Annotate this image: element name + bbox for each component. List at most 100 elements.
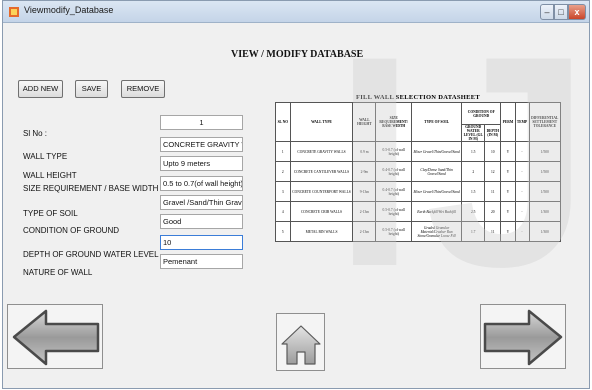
- soil-type-field[interactable]: Gravel /Sand/Thin Gravel: [160, 195, 243, 210]
- datasheet-title: FILL WALL SELECTION DATASHEET: [355, 94, 481, 101]
- cell-size: 0.5-0.7 (of wall height): [375, 201, 412, 222]
- right-arrow-icon: [483, 309, 563, 366]
- cell-height: 2-9m: [352, 161, 377, 182]
- app-icon: [9, 7, 19, 17]
- col-wall-type: WALL TYPE: [289, 102, 354, 142]
- cell-soil: Earth Backfill/Wet Backfill: [410, 201, 463, 222]
- table-row: 4 CONCRETE CRIB WALLS 2-13m 0.5-0.7 (of …: [275, 201, 562, 222]
- water-depth-label: DEPTH OF GROUND WATER LEVEL: [23, 250, 159, 259]
- cell-perm: Y: [500, 201, 516, 222]
- app-window: Viewmodify_Database – □ x VIEW / MODIFY …: [2, 0, 592, 389]
- table-row: 2 CONCRETE CANTILEVER WALLS 2-9m 0.4-0.7…: [275, 161, 562, 182]
- cell-wall-type: CONCRETE GRAVITY WALLS: [289, 141, 354, 162]
- soil-type-label: TYPE OF SOIL: [23, 209, 78, 218]
- cell-height: 9-13m: [352, 181, 377, 202]
- cell-depth: 10: [484, 141, 502, 162]
- cell-depth: 12: [484, 161, 502, 182]
- cell-sl: 2: [275, 161, 291, 182]
- cell-perm: Y: [500, 221, 516, 242]
- cell-temp: -: [514, 141, 530, 162]
- cell-sl: 3: [275, 181, 291, 202]
- cell-depth: 11: [484, 221, 502, 242]
- cell-perm: Y: [500, 141, 516, 162]
- home-icon: [281, 325, 321, 365]
- wall-type-label: WALL TYPE: [23, 152, 68, 161]
- wall-height-field[interactable]: Upto 9 meters: [160, 156, 243, 171]
- cell-tolerance: 1/500: [528, 161, 562, 182]
- wall-type-field[interactable]: CONCRETE GRAVITY WALL: [160, 137, 243, 152]
- nature-of-wall-field[interactable]: Pemenant: [160, 254, 243, 269]
- cell-temp: -: [514, 181, 530, 202]
- size-requirement-label: SIZE REQUIREMENT / BASE WIDTH: [23, 184, 159, 193]
- cell-wall-type: METAL BIN WALLS: [289, 221, 354, 242]
- cell-depth: 11: [484, 181, 502, 202]
- previous-button[interactable]: [7, 304, 103, 369]
- cell-tolerance: 1/500: [528, 141, 562, 162]
- cell-height: 0.9 m: [352, 141, 377, 162]
- cell-depth: 20: [484, 201, 502, 222]
- cell-ground-water: 2.5: [461, 201, 486, 222]
- next-button[interactable]: [480, 304, 566, 369]
- cell-size: 0.5-0.7 (of wall height): [375, 221, 412, 242]
- cell-tolerance: 1/300: [528, 201, 562, 222]
- cell-ground-water: 1.7: [461, 221, 486, 242]
- col-size-requirement: SIZE REQUIREMENT/ BASE WIDTH: [375, 102, 412, 142]
- close-button[interactable]: x: [568, 4, 586, 20]
- col-sl-no: SL NO: [275, 102, 291, 142]
- left-arrow-icon: [12, 309, 100, 366]
- cell-tolerance: 1/300: [528, 221, 562, 242]
- cell-sl: 4: [275, 201, 291, 222]
- cell-height: 2-13m: [352, 201, 377, 222]
- cell-size: 0.4-0.7 (of wall height): [375, 161, 412, 182]
- table-row: 5 METAL BIN WALLS 2-13m 0.5-0.7 (of wall…: [275, 221, 562, 242]
- col-wall-height: WALL HEIGHT: [352, 102, 377, 142]
- cell-sl: 1: [275, 141, 291, 162]
- ground-condition-field[interactable]: Good: [160, 214, 243, 229]
- cell-wall-type: CONCRETE COUNTERFORT WALLS: [289, 181, 354, 202]
- cell-perm: Y: [500, 161, 516, 182]
- cell-ground-water: 2: [461, 161, 486, 182]
- datasheet-header-row: SL NO WALL TYPE WALL HEIGHT SIZE REQUIRE…: [275, 102, 562, 142]
- cell-soil: Mixer Gravel/Thin/Gravel/Sand: [410, 141, 463, 162]
- minimize-button[interactable]: –: [540, 4, 554, 20]
- cell-size: 0.4-0.7 (of wall height): [375, 181, 412, 202]
- page-title: VIEW / MODIFY DATABASE: [231, 49, 364, 60]
- table-row: 1 CONCRETE GRAVITY WALLS 0.9 m 0.5-0.7 (…: [275, 141, 562, 162]
- cell-wall-type: CONCRETE CANTILEVER WALLS: [289, 161, 354, 182]
- add-new-button[interactable]: ADD NEW: [18, 80, 63, 98]
- sl-no-label: Sl No :: [23, 129, 48, 138]
- home-button[interactable]: [276, 313, 325, 371]
- col-ground-condition: CONDITION OF GROUND: [461, 102, 502, 125]
- cell-ground-water: 1.5: [461, 141, 486, 162]
- col-depth: DEPTH (IN M): [484, 124, 502, 142]
- cell-wall-type: CONCRETE CRIB WALLS: [289, 201, 354, 222]
- cell-tolerance: 1/500: [528, 181, 562, 202]
- window-title: Viewmodify_Database: [24, 5, 114, 15]
- nature-of-wall-label: NATURE OF WALL: [23, 268, 93, 277]
- cell-temp: -: [514, 201, 530, 222]
- cell-ground-water: 1.5: [461, 181, 486, 202]
- title-bar: Viewmodify_Database – □ x: [3, 1, 589, 23]
- col-settlement-tolerance: DIFFERENTIAL SETTLEMENT TOLERANCE: [528, 102, 562, 142]
- cell-soil: Mixer Gravel/Thin/Gravel/Sand: [410, 181, 463, 202]
- cell-soil: Clay/Dense Sand/Thin Gravel/Sand: [410, 161, 463, 182]
- maximize-button[interactable]: □: [554, 4, 568, 20]
- col-perm: PERM: [500, 102, 516, 142]
- col-soil-type: TYPE OF SOIL: [410, 102, 463, 142]
- cell-height: 2-13m: [352, 221, 377, 242]
- ground-condition-label: CONDITION OF GROUND: [23, 226, 119, 235]
- cell-temp: -: [514, 161, 530, 182]
- save-button[interactable]: SAVE: [75, 80, 108, 98]
- cell-soil: Graded Granular Material/Crusher Run Sto…: [410, 221, 463, 242]
- sl-no-field[interactable]: 1: [160, 115, 243, 130]
- cell-sl: 5: [275, 221, 291, 242]
- remove-button[interactable]: REMOVE: [121, 80, 165, 98]
- cell-size: 0.5-0.7 (of wall height): [375, 141, 412, 162]
- size-requirement-field[interactable]: 0.5 to 0.7(of wall height): [160, 176, 243, 191]
- cell-temp: -: [514, 221, 530, 242]
- datasheet-panel: FILL WALL SELECTION DATASHEET SL NO WALL…: [275, 94, 562, 242]
- col-ground-water: GROUND WATER LEVEL (GL IN M): [461, 124, 486, 142]
- cell-perm: Y: [500, 181, 516, 202]
- water-depth-field[interactable]: 10: [160, 235, 243, 250]
- datasheet-table: SL NO WALL TYPE WALL HEIGHT SIZE REQUIRE…: [275, 102, 562, 242]
